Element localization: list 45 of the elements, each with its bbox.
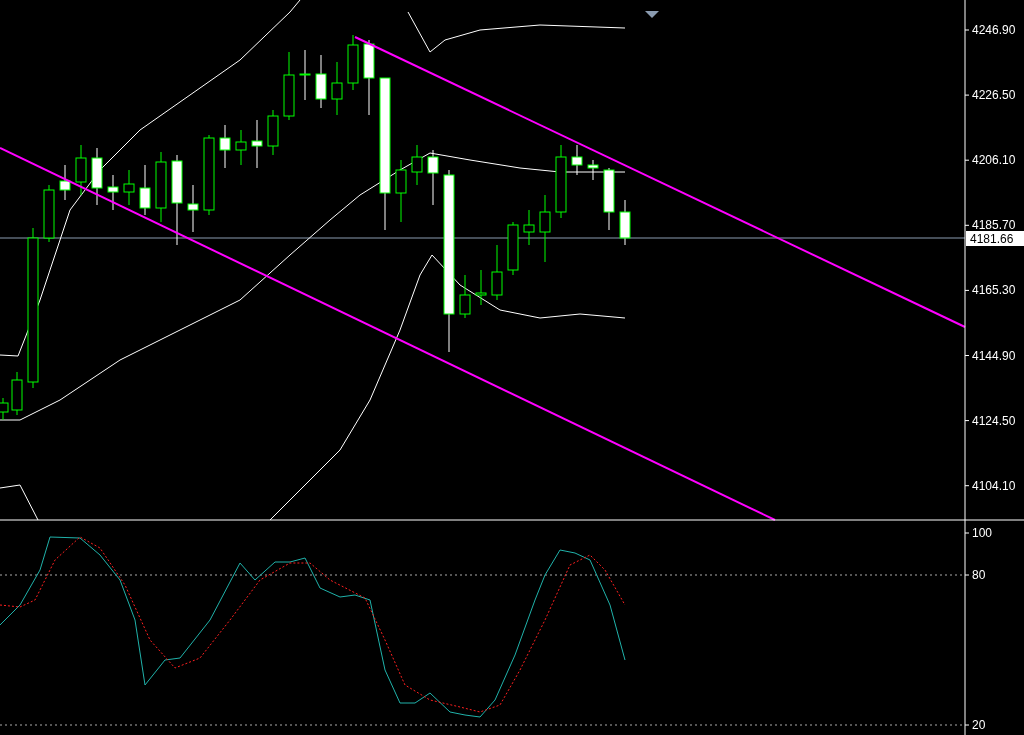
- price-axis-label: 4165.30: [972, 283, 1016, 298]
- candlestick: [491, 244, 503, 301]
- candlestick: [475, 269, 487, 306]
- price-axis-label: 4144.90: [972, 348, 1016, 363]
- candlestick: [587, 159, 599, 181]
- candlestick: [283, 51, 295, 121]
- candlestick: [139, 164, 151, 216]
- indicator-axis-label: 80: [972, 568, 986, 582]
- price-axis-label: 4124.50: [972, 413, 1016, 428]
- candlestick: [59, 164, 71, 201]
- price-axis-label: 4226.50: [972, 88, 1016, 103]
- candlestick: [459, 274, 471, 319]
- candlestick: [107, 174, 119, 211]
- candlestick: [251, 119, 263, 169]
- indicator-axis-label: 20: [972, 718, 986, 732]
- candlestick: [155, 151, 167, 223]
- candlestick: [299, 49, 311, 101]
- candlestick: [315, 54, 327, 109]
- candlestick: [187, 184, 199, 233]
- candlestick: [507, 221, 519, 276]
- price-axis-label: 4246.90: [972, 23, 1016, 37]
- candlestick: [411, 144, 423, 186]
- candlestick: [539, 194, 551, 263]
- candlestick: [91, 147, 103, 206]
- candlestick: [523, 209, 535, 246]
- candlestick: [571, 144, 583, 176]
- candlestick: [235, 129, 247, 166]
- price-axis-label: 4206.10: [972, 153, 1016, 168]
- candlestick: [219, 124, 231, 169]
- current-price-label: 4181.66: [966, 231, 1024, 246]
- candlestick: [267, 109, 279, 156]
- candlestick: [603, 167, 615, 231]
- candlestick: [75, 144, 87, 196]
- candlestick: [11, 371, 23, 416]
- candlestick: [619, 199, 631, 246]
- candlestick: [123, 169, 135, 206]
- price-axis-label: 4185.70: [972, 218, 1016, 233]
- candlestick: [427, 149, 439, 206]
- candlestick: [347, 34, 359, 91]
- indicator-axis-label: 100: [972, 526, 993, 540]
- price-axis-label: 4104.10: [972, 478, 1016, 493]
- shift-marker-icon: [645, 11, 659, 18]
- candlestick: [331, 61, 343, 116]
- candlestick: [395, 159, 407, 223]
- candlestick: [43, 184, 55, 243]
